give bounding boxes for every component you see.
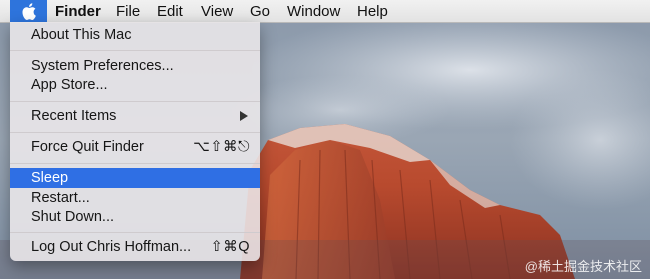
menu-item-label: App Store... (31, 77, 108, 93)
submenu-arrow-icon (240, 111, 248, 121)
menu-separator (10, 50, 260, 51)
menu-item-force-quit[interactable]: Force Quit Finder ⌥⇧⌘⎋ (10, 137, 260, 157)
menu-item-shut-down[interactable]: Shut Down... (10, 207, 260, 227)
menu-file[interactable]: File (116, 3, 140, 20)
menu-help[interactable]: Help (357, 3, 388, 20)
menu-item-label: Shut Down... (31, 209, 115, 225)
keyboard-shortcut: ⌥⇧⌘⎋ (193, 139, 250, 155)
menu-item-label: Sleep (31, 170, 69, 186)
menu-item-label: Force Quit Finder (31, 139, 144, 155)
menu-edit[interactable]: Edit (157, 3, 183, 20)
menu-item-label: About This Mac (31, 27, 132, 43)
menu-item-restart[interactable]: Restart... (10, 188, 260, 208)
menu-separator (10, 132, 260, 133)
menu-view[interactable]: View (201, 3, 233, 20)
menu-window[interactable]: Window (287, 3, 340, 20)
menu-item-sleep[interactable]: Sleep (10, 168, 260, 188)
menu-separator (10, 163, 260, 164)
apple-logo-icon (21, 2, 36, 20)
menu-item-label: System Preferences... (31, 58, 174, 74)
menu-item-log-out[interactable]: Log Out Chris Hoffman... ⇧⌘Q (10, 237, 260, 257)
menu-separator (10, 232, 260, 233)
menu-item-recent-items[interactable]: Recent Items (10, 106, 260, 126)
menu-item-about-this-mac[interactable]: About This Mac (10, 25, 260, 45)
menu-item-label: Recent Items (31, 108, 117, 124)
apple-dropdown-menu: About This Mac System Preferences... App… (10, 22, 260, 261)
menu-item-label: Log Out Chris Hoffman... (31, 239, 192, 255)
menu-bar: Finder File Edit View Go Window Help (0, 0, 650, 23)
menu-go[interactable]: Go (250, 3, 270, 20)
watermark-text: @稀土掘金技术社区 (524, 259, 642, 274)
keyboard-shortcut: ⇧⌘Q (210, 239, 250, 255)
menu-item-app-store[interactable]: App Store... (10, 75, 260, 95)
menu-finder[interactable]: Finder (55, 3, 101, 20)
apple-menu-button[interactable] (10, 0, 47, 22)
menu-item-label: Restart... (31, 190, 90, 206)
menu-separator (10, 101, 260, 102)
menu-item-system-preferences[interactable]: System Preferences... (10, 56, 260, 76)
